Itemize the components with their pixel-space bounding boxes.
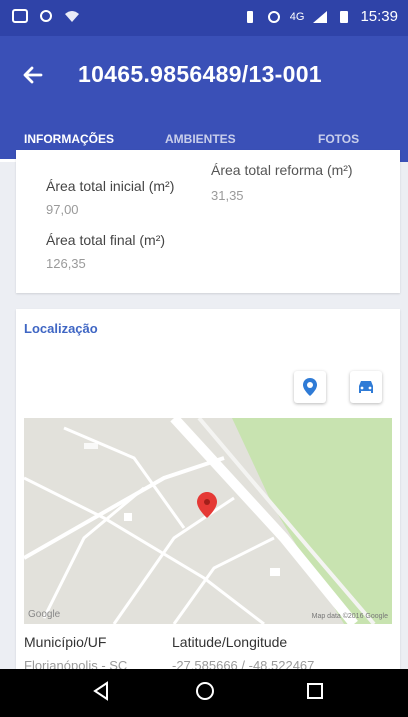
status-bar: 4G 15:39 bbox=[0, 0, 408, 36]
municipio-label: Município/UF bbox=[24, 634, 107, 650]
area-reforma-label: Área total reforma (m²) bbox=[211, 162, 353, 178]
area-inicial-value: 97,00 bbox=[46, 202, 79, 217]
tab-ambientes[interactable]: AMBIENTES bbox=[165, 127, 236, 151]
location-card: Localização Google Map data ©2016 Google… bbox=[16, 309, 400, 689]
map-pin-icon bbox=[303, 378, 317, 396]
area-reforma-value: 31,35 bbox=[211, 188, 244, 203]
location-map[interactable]: Google Map data ©2016 Google bbox=[24, 418, 392, 624]
map-credit: Map data ©2016 Google bbox=[311, 613, 388, 620]
location-title: Localização bbox=[24, 321, 98, 336]
battery-icon bbox=[340, 10, 349, 23]
car-button[interactable] bbox=[350, 371, 382, 403]
tab-informacoes[interactable]: INFORMAÇÕES bbox=[24, 127, 114, 151]
google-logo: Google bbox=[28, 609, 61, 620]
signal-icon bbox=[313, 10, 328, 23]
nav-back-icon[interactable] bbox=[88, 678, 114, 704]
page-title: 10465.9856489/13-001 bbox=[78, 61, 322, 87]
tab-fotos[interactable]: FOTOS bbox=[318, 127, 359, 151]
latlong-label: Latitude/Longitude bbox=[172, 634, 288, 650]
area-inicial-label: Área total inicial (m²) bbox=[46, 178, 175, 194]
sync-notification-icon bbox=[40, 10, 52, 22]
photo-notification-icon bbox=[12, 9, 28, 23]
status-time: 15:39 bbox=[360, 8, 398, 25]
area-final-label: Área total final (m²) bbox=[46, 232, 166, 248]
vibrate-icon bbox=[246, 10, 253, 23]
car-icon bbox=[359, 381, 373, 393]
info-card: Área total reforma (m²) 31,35 Área total… bbox=[16, 150, 400, 293]
alarm-icon bbox=[267, 10, 280, 23]
network-type: 4G bbox=[289, 10, 305, 23]
app-bar: 10465.9856489/13-001 bbox=[0, 36, 408, 116]
nav-home-icon[interactable] bbox=[192, 678, 218, 704]
nav-recents-icon[interactable] bbox=[302, 678, 328, 704]
map-pin-button[interactable] bbox=[294, 371, 326, 403]
wifi-notification-icon bbox=[65, 11, 79, 22]
arrow-left-icon[interactable] bbox=[20, 62, 46, 92]
area-final-value: 126,35 bbox=[46, 256, 86, 271]
system-nav-bar bbox=[0, 669, 408, 717]
